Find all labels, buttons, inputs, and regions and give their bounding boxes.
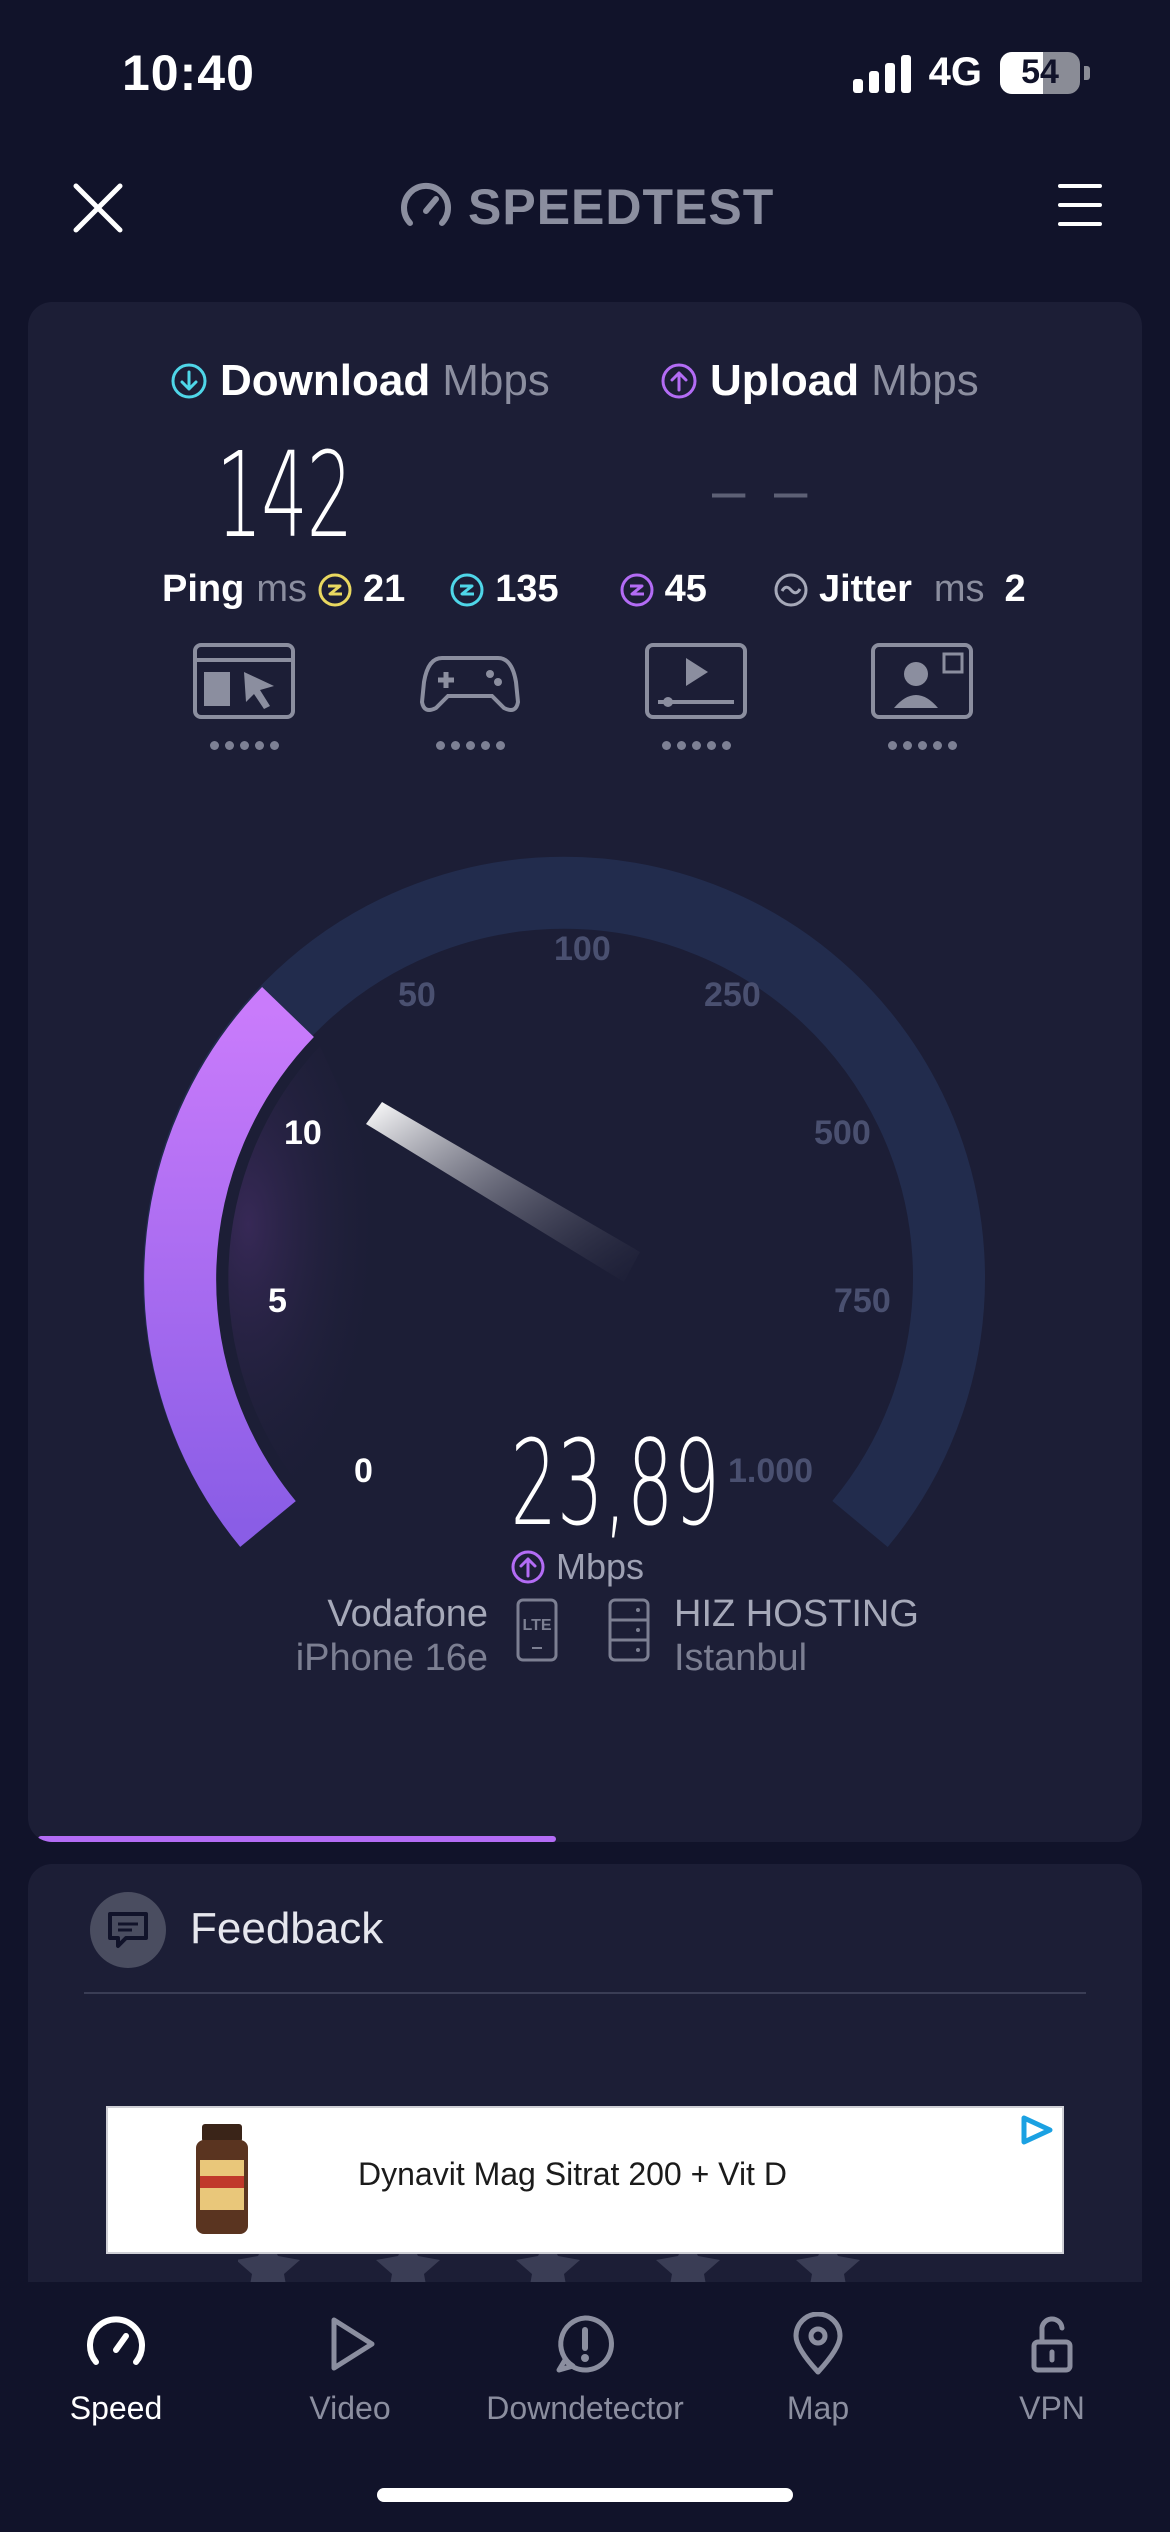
map-pin-icon <box>793 2312 843 2375</box>
unlocked-padlock-icon <box>1031 2316 1073 2373</box>
gauge-tick-500: 500 <box>814 1114 871 1152</box>
close-icon <box>73 183 123 233</box>
nav-map[interactable]: Map <box>698 2312 938 2427</box>
lte-text: LTE <box>522 1617 551 1634</box>
current-speed-unit: Mbps <box>510 1546 644 1588</box>
server-info[interactable]: HIZ HOSTING Istanbul <box>674 1592 919 1680</box>
brand-logo: SPEEDTEST <box>398 178 774 236</box>
nav-video-label: Video <box>309 2390 391 2426</box>
test-progress-bar <box>38 1836 556 1842</box>
home-indicator[interactable] <box>377 2488 793 2502</box>
nav-downdetector-label: Downdetector <box>486 2390 684 2426</box>
nav-speed[interactable]: Speed <box>0 2312 236 2427</box>
speedometer-icon <box>87 2316 145 2365</box>
battery-level: 54 <box>1021 53 1059 91</box>
feedback-divider <box>84 1992 1086 1994</box>
upload-arrow-icon <box>511 1550 545 1584</box>
server-name: HIZ HOSTING <box>674 1593 919 1635</box>
brand-name: SPEEDTEST <box>468 179 775 235</box>
menu-button[interactable] <box>1056 180 1104 230</box>
downdetector-icon <box>556 2315 614 2373</box>
speedometer-logo-icon <box>401 182 451 226</box>
server-location: Istanbul <box>674 1637 808 1679</box>
status-time: 10:40 <box>122 45 255 101</box>
nav-downdetector[interactable]: Downdetector <box>465 2312 705 2427</box>
gauge-tick-5: 5 <box>268 1282 287 1320</box>
product-bottle-icon <box>196 2124 248 2234</box>
network-type: 4G <box>928 50 982 94</box>
gauge-tick-1000: 1.000 <box>728 1452 814 1490</box>
chat-bubble-icon <box>108 1912 148 1948</box>
nav-video[interactable]: Video <box>230 2312 470 2427</box>
gauge-tick-750: 750 <box>834 1282 891 1320</box>
ad-banner[interactable]: Dynavit Mag Sitrat 200 + Vit D <box>106 2106 1064 2254</box>
hamburger-menu-icon <box>1058 184 1102 226</box>
ad-choices-icon[interactable] <box>1020 2114 1056 2146</box>
nav-map-label: Map <box>786 2390 850 2426</box>
lte-icon: LTE <box>516 1598 558 1662</box>
provider-info[interactable]: Vodafone iPhone 16e <box>178 1592 488 1680</box>
feedback-button-icon[interactable] <box>90 1892 166 1968</box>
gauge-tick-0: 0 <box>354 1452 373 1490</box>
server-icon <box>608 1598 650 1662</box>
nav-speed-label: Speed <box>69 2390 163 2426</box>
battery-tip <box>1084 65 1090 80</box>
nav-vpn[interactable]: VPN <box>932 2312 1170 2427</box>
results-card: Download Mbps 142 Upload Mbps – – Ping m… <box>28 302 1142 1842</box>
gauge-tick-100: 100 <box>554 930 611 968</box>
device-name: iPhone 16e <box>295 1637 488 1679</box>
gauge-tick-50: 50 <box>398 976 436 1014</box>
play-icon <box>331 2317 375 2371</box>
nav-vpn-label: VPN <box>1019 2390 1085 2426</box>
feedback-label[interactable]: Feedback <box>190 1904 383 1954</box>
gauge-tick-10: 10 <box>284 1114 322 1152</box>
current-speed-value: 23,89 <box>510 1414 720 1552</box>
gauge-tick-250: 250 <box>704 976 761 1014</box>
close-button[interactable] <box>66 176 130 240</box>
current-speed-unit-label: Mbps <box>556 1546 645 1587</box>
cellular-signal-icon <box>852 53 911 93</box>
provider-name: Vodafone <box>327 1593 488 1635</box>
status-indicators: 4G 54 <box>852 50 1090 95</box>
battery-icon: 54 <box>1000 51 1080 94</box>
ad-text: Dynavit Mag Sitrat 200 + Vit D <box>358 2156 787 2192</box>
